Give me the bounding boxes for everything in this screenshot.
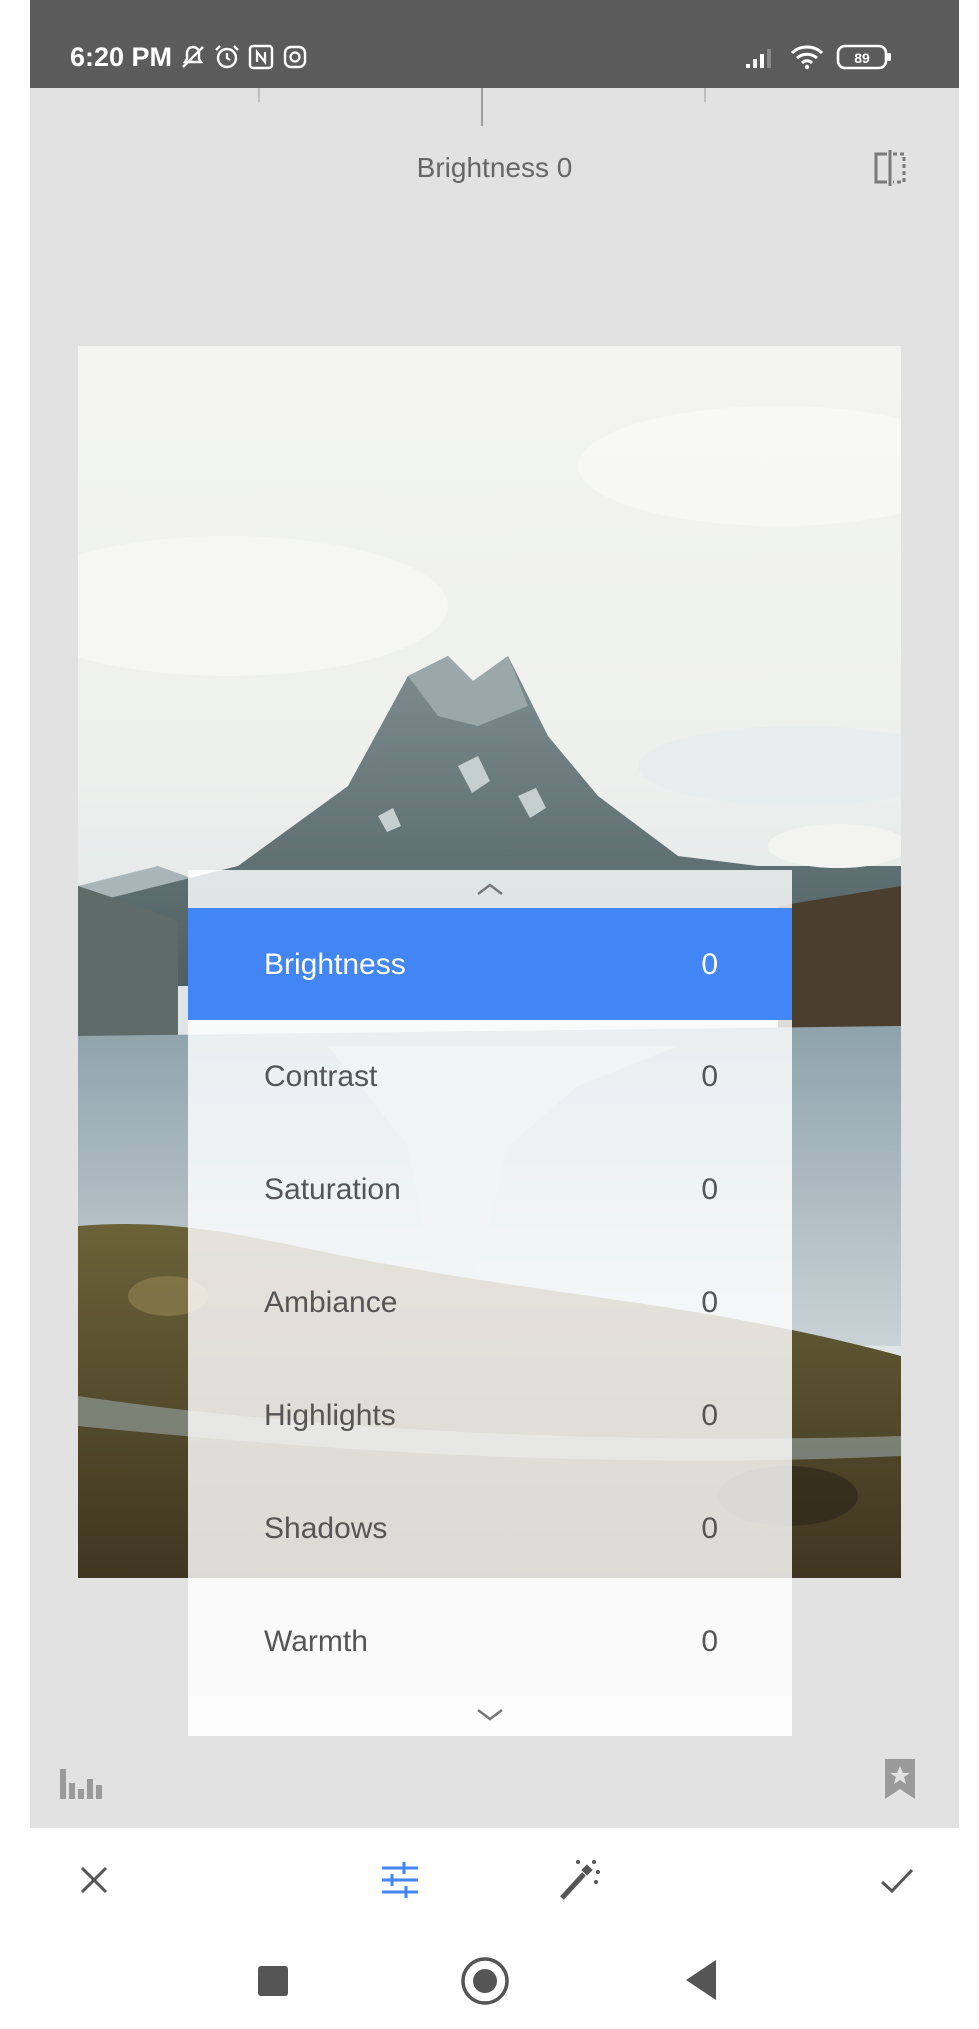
nfc-icon	[248, 44, 274, 70]
battery-icon: 89	[836, 42, 894, 72]
menu-item-value: 0	[701, 948, 718, 981]
menu-item-value: 0	[701, 1060, 718, 1093]
close-icon[interactable]	[70, 1856, 118, 1904]
menu-item-label: Shadows	[264, 1512, 388, 1545]
status-bar: 6:20 PM 89	[30, 0, 959, 88]
menu-item-label: Saturation	[264, 1173, 401, 1206]
compare-icon[interactable]	[870, 148, 910, 188]
slider-scale[interactable]	[30, 88, 959, 128]
bookmark-icon[interactable]	[882, 1756, 918, 1802]
menu-item-saturation[interactable]: Saturation 0	[188, 1133, 792, 1245]
status-time: 6:20 PM	[70, 42, 173, 72]
menu-item-value: 0	[701, 1512, 718, 1545]
wifi-icon	[790, 44, 824, 70]
menu-item-ambiance[interactable]: Ambiance 0	[188, 1246, 792, 1358]
menu-item-value: 0	[701, 1286, 718, 1319]
magic-wand-icon[interactable]	[554, 1856, 602, 1904]
menu-item-label: Contrast	[264, 1060, 378, 1093]
navigation-bar	[30, 1928, 959, 2029]
title-label: Brightness	[416, 152, 549, 183]
bottom-toolbar	[30, 1828, 959, 1928]
battery-level: 89	[854, 50, 870, 66]
scroll-up-button[interactable]	[188, 870, 792, 908]
check-icon[interactable]	[872, 1856, 920, 1904]
menu-item-highlights[interactable]: Highlights 0	[188, 1359, 792, 1471]
chevron-down-icon	[477, 1709, 503, 1721]
menu-item-label: Warmth	[264, 1625, 368, 1658]
signal-icon	[744, 44, 778, 70]
menu-item-label: Highlights	[264, 1399, 396, 1432]
menu-item-value: 0	[701, 1399, 718, 1432]
adjust-menu: Brightness 0 Contrast 0 Saturation 0 Amb…	[188, 870, 792, 1736]
page-title: Brightness 0	[30, 152, 959, 184]
menu-item-brightness[interactable]: Brightness 0	[188, 908, 792, 1020]
histogram-icon[interactable]	[58, 1763, 106, 1803]
home-icon[interactable]	[460, 1956, 510, 2011]
alarm-icon	[214, 44, 240, 70]
title-value: 0	[556, 152, 573, 183]
recents-icon[interactable]	[256, 1964, 290, 2003]
instagram-icon	[282, 44, 308, 70]
screen: 6:20 PM 89 Brightness 0 Brightness 0 Con…	[30, 0, 959, 2029]
tune-icon[interactable]	[376, 1856, 424, 1904]
menu-item-value: 0	[701, 1173, 718, 1206]
back-icon[interactable]	[682, 1958, 720, 2007]
menu-item-shadows[interactable]: Shadows 0	[188, 1472, 792, 1584]
menu-item-label: Ambiance	[264, 1286, 398, 1319]
menu-item-warmth[interactable]: Warmth 0	[188, 1585, 792, 1697]
notification-muted-icon	[180, 44, 206, 70]
chevron-up-icon	[477, 883, 503, 895]
menu-item-value: 0	[701, 1625, 718, 1658]
scroll-down-button[interactable]	[188, 1696, 792, 1736]
menu-item-label: Brightness	[264, 948, 406, 981]
editor-area: Brightness 0 Brightness 0 Contrast 0 Sat…	[30, 88, 959, 1828]
menu-item-contrast[interactable]: Contrast 0	[188, 1020, 792, 1132]
